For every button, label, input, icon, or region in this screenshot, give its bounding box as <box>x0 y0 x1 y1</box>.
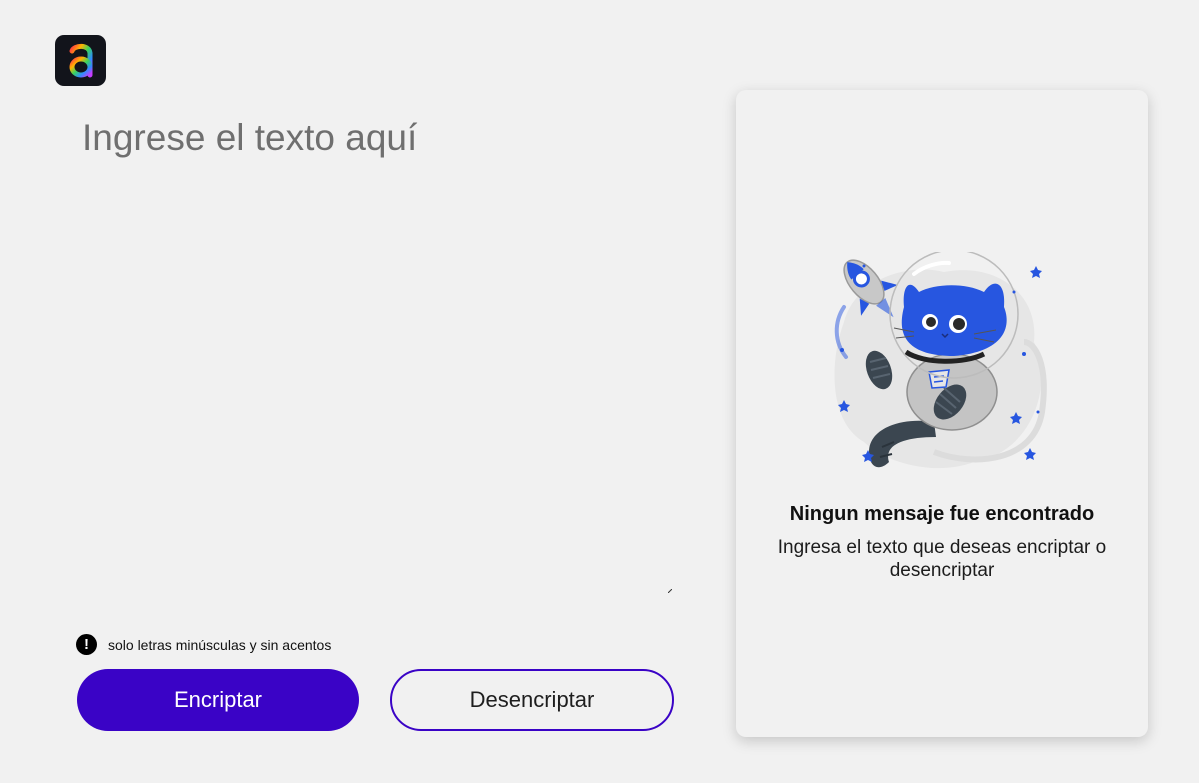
output-title: Ningun mensaje fue encontrado <box>789 503 1095 525</box>
astronaut-cat-illustration <box>834 252 1047 469</box>
encrypt-button[interactable]: Encriptar <box>77 669 359 731</box>
output-panel: Ningun mensaje fue encontrado Ingresa el… <box>736 90 1148 737</box>
decrypt-button[interactable]: Desencriptar <box>390 669 674 731</box>
output-description: Ingresa el texto que deseas encriptar o … <box>777 537 1107 581</box>
alura-logo-icon[interactable] <box>55 35 106 86</box>
exclamation-icon: ! <box>76 634 97 655</box>
input-hint: ! solo letras minúsculas y sin acentos <box>76 634 331 655</box>
app-page: ! solo letras minúsculas y sin acentos E… <box>0 0 1199 783</box>
message-input[interactable] <box>82 112 672 592</box>
hint-text: solo letras minúsculas y sin acentos <box>108 636 332 653</box>
logo-letter-icon <box>69 43 92 77</box>
textarea-resize-handle[interactable] <box>668 589 672 593</box>
